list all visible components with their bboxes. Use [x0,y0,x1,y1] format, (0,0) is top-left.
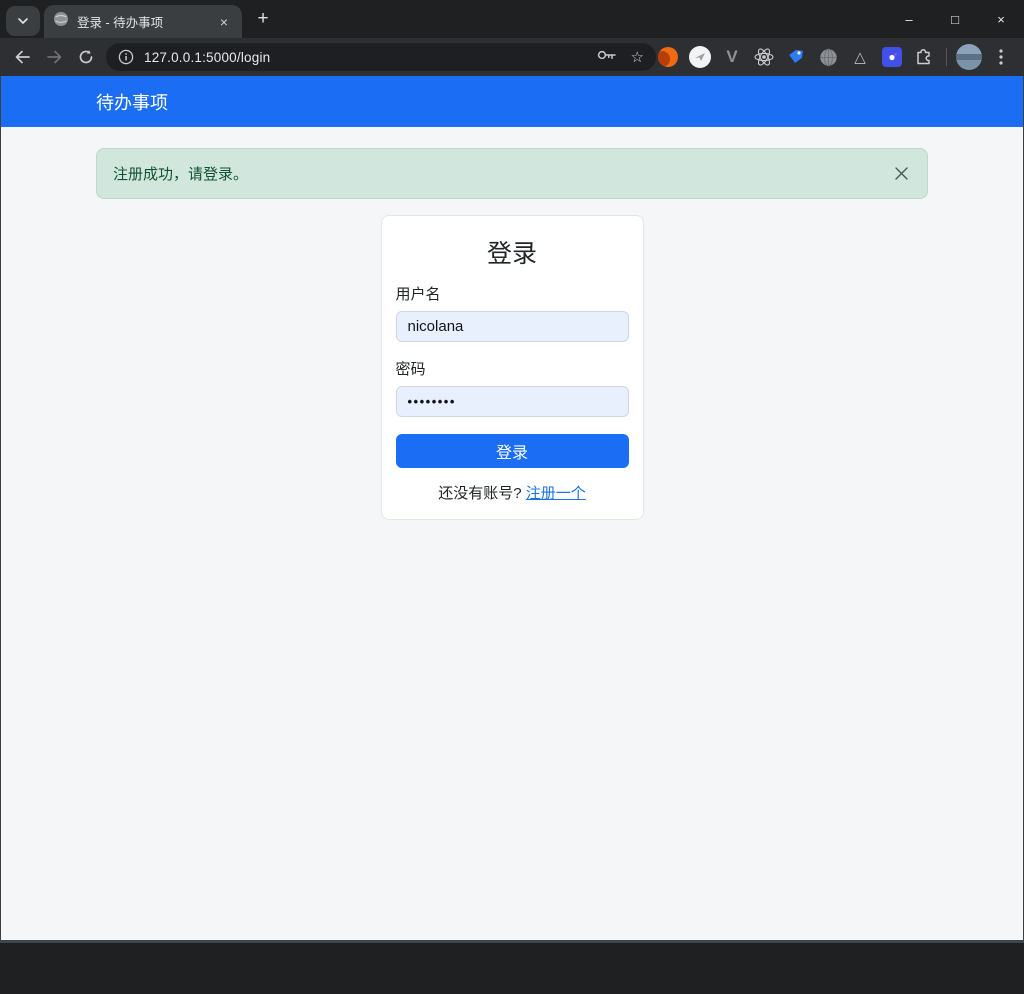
page-content: 待办事项 注册成功，请登录。 登录 用户名 密码 登录 还没有账号? 注册一个 [0,76,1024,943]
tab-favicon-globe-icon [53,11,69,32]
reload-button[interactable] [72,43,100,71]
url-text: 127.0.0.1:5000/login [144,49,271,65]
browser-tab[interactable]: 登录 - 待办事项 × [44,5,242,38]
password-key-icon[interactable] [597,48,617,66]
title-bar: 登录 - 待办事项 × + – □ × [0,0,1024,38]
login-card: 登录 用户名 密码 登录 还没有账号? 注册一个 [380,215,644,520]
signup-prompt: 还没有账号? [438,485,522,502]
login-title: 登录 [486,240,537,268]
extension-orange-icon[interactable] [652,38,684,76]
extension-globe-icon[interactable] [812,38,844,76]
extension-tag-icon[interactable] [780,38,812,76]
back-arrow-icon [15,50,30,64]
alert-message: 注册成功，请登录。 [113,166,249,183]
extensions-row: V △ [652,38,1017,76]
tab-close-icon[interactable]: × [215,13,233,31]
password-label: 密码 [395,361,426,378]
browser-menu-kebab-icon[interactable] [985,38,1017,76]
tab-title: 登录 - 待办事项 [77,16,164,30]
minimize-button[interactable]: – [886,0,932,38]
username-input[interactable] [395,311,629,342]
bookmark-star-icon[interactable]: ☆ [631,48,644,66]
extensions-puzzle-icon[interactable] [908,38,940,76]
username-label: 用户名 [395,286,441,303]
omnibox-actions: ☆ [597,48,644,66]
profile-avatar[interactable] [953,38,985,76]
forward-button[interactable] [40,43,68,71]
navbar-brand[interactable]: 待办事项 [96,89,168,115]
signup-link[interactable]: 注册一个 [526,485,586,502]
extension-bird-icon[interactable] [684,38,716,76]
new-tab-button[interactable]: + [250,7,276,33]
browser-toolbar: 127.0.0.1:5000/login ☆ V △ [0,38,1024,76]
extension-react-devtools-icon[interactable] [748,38,780,76]
password-input[interactable] [395,386,629,417]
extension-rocket-icon[interactable] [876,38,908,76]
forward-arrow-icon [46,50,61,64]
maximize-button[interactable]: □ [932,0,978,38]
app-navbar: 待办事项 [1,76,1023,127]
signup-row: 还没有账号? 注册一个 [396,482,629,503]
close-button[interactable]: × [978,0,1024,38]
window-controls: – □ × [886,0,1024,38]
tab-search-button[interactable] [6,6,40,36]
extension-triangle-icon[interactable]: △ [844,38,876,76]
chevron-down-icon [17,12,29,30]
back-button[interactable] [8,43,36,71]
site-info-icon[interactable] [118,49,134,65]
reload-icon [79,50,93,64]
address-bar[interactable]: 127.0.0.1:5000/login ☆ [106,43,656,71]
toolbar-separator [946,48,947,66]
success-alert: 注册成功，请登录。 [96,148,928,199]
alert-close-icon[interactable] [888,160,914,186]
extension-vimium-icon[interactable]: V [716,38,748,76]
browser-window: 登录 - 待办事项 × + – □ × 127.0.0.1:5000/login… [0,0,1024,994]
login-submit-button[interactable]: 登录 [395,434,629,468]
